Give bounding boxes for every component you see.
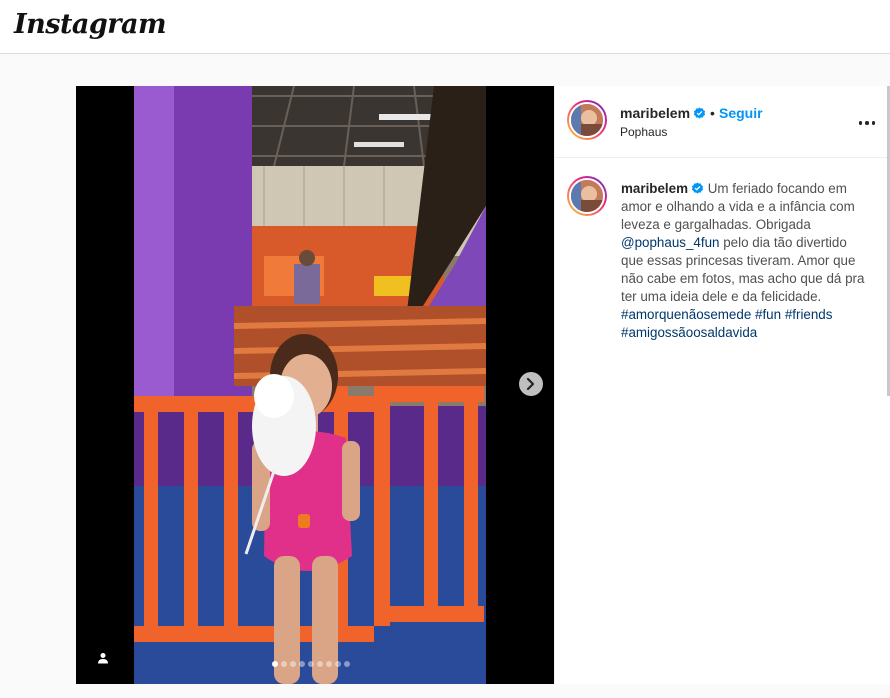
caption-author-avatar[interactable]: [567, 176, 607, 216]
top-bar: Instagram: [0, 0, 890, 54]
carousel-dot: [326, 661, 332, 667]
caption-mention-link[interactable]: @pophaus_4fun: [621, 235, 719, 250]
hashtag-link[interactable]: #fun: [755, 307, 781, 322]
verified-badge-icon: [691, 182, 704, 194]
post-media: [76, 86, 554, 684]
author-username[interactable]: maribelem: [620, 105, 706, 121]
more-dot-icon: [865, 121, 869, 125]
post-photo: [134, 86, 486, 684]
carousel-dot: [272, 661, 278, 667]
photo-illustration: [134, 86, 486, 684]
avatar-photo: [571, 104, 603, 136]
carousel-dot: [290, 661, 296, 667]
verified-badge-icon: [693, 107, 706, 119]
instagram-logo[interactable]: Instagram: [14, 9, 167, 40]
carousel-dot: [317, 661, 323, 667]
header-separator: •: [710, 105, 715, 121]
tagged-users-button[interactable]: [92, 647, 114, 669]
carousel-indicator: [272, 661, 350, 667]
caption-username[interactable]: maribelem: [621, 181, 688, 196]
hashtag-link[interactable]: #friends: [785, 307, 833, 322]
caption-text: maribelem Um feriado focando em amor e o…: [621, 180, 871, 342]
carousel-next-button[interactable]: [519, 372, 543, 396]
follow-button[interactable]: Seguir: [719, 105, 763, 121]
avatar-photo: [571, 180, 603, 212]
carousel-dot: [281, 661, 287, 667]
person-icon: [98, 653, 108, 664]
carousel-dot: [299, 661, 305, 667]
post-location[interactable]: Pophaus: [620, 125, 667, 139]
chevron-right-icon: [526, 378, 535, 390]
more-options-button[interactable]: [855, 113, 879, 133]
hashtag-link[interactable]: #amigossãoosaldavida: [621, 325, 757, 340]
hashtag-link[interactable]: #amorquenãosemede: [621, 307, 751, 322]
more-dot-icon: [858, 121, 863, 125]
more-dot-icon: [871, 121, 876, 125]
carousel-dot: [344, 661, 350, 667]
avatar-image: [569, 102, 605, 138]
author-username-text[interactable]: maribelem: [620, 105, 690, 121]
post-sidebar: maribelem • Seguir Pophaus maribelem Um …: [554, 86, 890, 684]
post-header: maribelem • Seguir Pophaus: [555, 86, 890, 158]
author-avatar[interactable]: [567, 100, 607, 140]
avatar-image: [569, 178, 605, 214]
carousel-dot: [335, 661, 341, 667]
carousel-dot: [308, 661, 314, 667]
